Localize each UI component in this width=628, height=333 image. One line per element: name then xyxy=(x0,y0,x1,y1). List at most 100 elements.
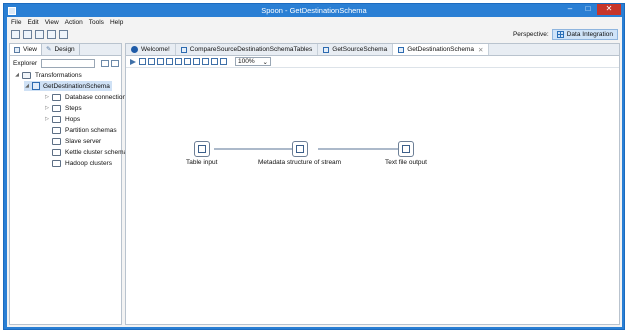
save-icon[interactable] xyxy=(47,29,56,39)
debug-icon[interactable] xyxy=(166,58,173,65)
tab-view[interactable]: View xyxy=(10,44,42,55)
minimize-button[interactable]: ‒ xyxy=(561,4,579,15)
pencil-icon: ✎ xyxy=(45,46,52,53)
client-area: File Edit View Action Tools Help Perspec… xyxy=(7,17,622,327)
metadata-structure-icon xyxy=(291,141,308,157)
folder-icon xyxy=(52,115,61,123)
explore-db-icon[interactable] xyxy=(211,58,218,65)
tree-item-hadoop-clusters[interactable]: Hadoop clusters xyxy=(44,158,112,168)
step-label: Text file output xyxy=(385,159,427,166)
save-as-icon[interactable] xyxy=(59,29,68,39)
collapse-arrow-icon[interactable]: ◢ xyxy=(24,83,30,89)
transformation-icon xyxy=(323,46,330,53)
welcome-icon xyxy=(131,46,138,53)
show-results-icon[interactable] xyxy=(220,58,227,65)
folder-icon xyxy=(52,104,61,112)
tree-item-kettle-cluster-schemas[interactable]: Kettle cluster schemas xyxy=(44,147,130,157)
tree-item-transformations[interactable]: ◢ Transformations xyxy=(14,70,82,80)
transformation-icon xyxy=(32,82,40,90)
menu-tools[interactable]: Tools xyxy=(89,19,104,26)
explorer-label: Explorer xyxy=(13,59,38,67)
tree-label: GetDestinationSchema xyxy=(43,82,110,90)
verify-icon[interactable] xyxy=(184,58,191,65)
title-bar[interactable]: Spoon - GetDestinationSchema ‒ □ ✕ xyxy=(4,4,624,17)
tab-comparesourcedestinationschematables[interactable]: CompareSourceDestinationSchemaTables xyxy=(176,44,319,55)
close-button[interactable]: ✕ xyxy=(597,4,621,15)
canvas-toolbar: 100% ⌄ xyxy=(126,56,619,68)
tree-label: Hops xyxy=(65,115,81,123)
table-input-icon xyxy=(193,141,210,157)
perspective-value: Data Integration xyxy=(566,31,613,38)
folder-icon xyxy=(52,93,61,101)
tree-item-database-connections[interactable]: ▷ Database connections xyxy=(44,92,129,102)
tab-welcome[interactable]: Welcome! xyxy=(126,44,176,55)
expand-arrow-icon[interactable]: ▷ xyxy=(44,94,50,100)
left-panel-tabs: View ✎ Design xyxy=(10,44,121,56)
transformation-icon xyxy=(180,46,187,53)
tab-getdestinationschema[interactable]: GetDestinationSchema ✕ xyxy=(393,44,490,55)
tree-label: Database connections xyxy=(65,93,130,101)
editor-panel: Welcome! CompareSourceDestinationSchemaT… xyxy=(125,43,620,325)
tree-label: Slave server xyxy=(65,137,102,145)
step-metadata-structure-of-stream[interactable]: Metadata structure of stream xyxy=(258,141,341,166)
open-file-icon[interactable] xyxy=(23,29,32,39)
folder-icon xyxy=(52,159,61,167)
collapse-arrow-icon[interactable]: ◢ xyxy=(14,72,20,78)
left-panel: View ✎ Design Explorer ◢ Transformations… xyxy=(9,43,130,325)
tab-label: CompareSourceDestinationSchemaTables xyxy=(189,46,313,53)
run-icon[interactable] xyxy=(130,58,136,65)
spoon-window: Spoon - GetDestinationSchema ‒ □ ✕ File … xyxy=(3,3,625,330)
tab-design-label: Design xyxy=(54,46,75,53)
tree-label: Kettle cluster schemas xyxy=(65,148,131,156)
perspective-switcher: Perspective: Data Integration xyxy=(513,29,618,40)
explore-repository-icon[interactable] xyxy=(35,29,44,39)
replay-icon[interactable] xyxy=(175,58,182,65)
step-table-input[interactable]: Table input xyxy=(186,141,217,166)
close-tab-icon[interactable]: ✕ xyxy=(478,46,483,54)
step-text-file-output[interactable]: Text file output xyxy=(385,141,427,166)
text-file-output-icon xyxy=(397,141,414,157)
new-file-icon[interactable] xyxy=(11,29,20,39)
menu-edit[interactable]: Edit xyxy=(27,19,38,26)
menu-help[interactable]: Help xyxy=(110,19,123,26)
explorer-bar: Explorer xyxy=(10,56,121,70)
maximize-button[interactable]: □ xyxy=(579,4,597,15)
tree-item-steps[interactable]: ▷ Steps xyxy=(44,103,82,113)
tab-design[interactable]: ✎ Design xyxy=(42,44,80,55)
zoom-value: 100% xyxy=(238,58,255,65)
tree-item-slave-server[interactable]: Slave server xyxy=(44,136,101,146)
step-label: Table input xyxy=(186,159,218,166)
stop-icon[interactable] xyxy=(148,58,155,65)
expand-arrow-icon[interactable]: ▷ xyxy=(44,105,50,111)
collapse-all-icon[interactable] xyxy=(111,59,119,67)
tree-label: Transformations xyxy=(35,71,82,79)
tree-item-hops[interactable]: ▷ Hops xyxy=(44,114,80,124)
tab-label: Welcome! xyxy=(141,46,170,53)
expand-arrow-icon[interactable]: ▷ xyxy=(44,116,50,122)
menu-file[interactable]: File xyxy=(11,19,21,26)
menu-view[interactable]: View xyxy=(45,19,59,26)
editor-tabs: Welcome! CompareSourceDestinationSchemaT… xyxy=(126,44,619,56)
hops-layer xyxy=(214,146,406,152)
explorer-tools xyxy=(101,59,121,67)
tree-item-getdestinationschema[interactable]: ◢ GetDestinationSchema xyxy=(24,81,112,91)
chevron-down-icon: ⌄ xyxy=(262,58,268,66)
data-integration-icon xyxy=(556,31,564,38)
transformation-canvas[interactable]: Table input Metadata structure of stream… xyxy=(126,69,619,324)
tree-label: Partition schemas xyxy=(65,126,117,134)
expand-all-icon[interactable] xyxy=(101,59,109,67)
tree-label: Hadoop clusters xyxy=(65,159,112,167)
pause-icon[interactable] xyxy=(139,58,146,65)
explorer-search-input[interactable] xyxy=(41,58,95,68)
folder-icon xyxy=(22,71,31,79)
sql-icon[interactable] xyxy=(202,58,209,65)
perspective-data-integration-button[interactable]: Data Integration xyxy=(551,29,618,40)
zoom-select[interactable]: 100% ⌄ xyxy=(235,57,271,66)
menu-action[interactable]: Action xyxy=(65,19,83,26)
tree-item-partition-schemas[interactable]: Partition schemas xyxy=(44,125,117,135)
view-icon xyxy=(14,46,20,53)
tab-getsourceschema[interactable]: GetSourceSchema xyxy=(318,44,394,55)
impact-icon[interactable] xyxy=(193,58,200,65)
preview-icon[interactable] xyxy=(157,58,164,65)
tab-label: GetSourceSchema xyxy=(332,46,388,53)
